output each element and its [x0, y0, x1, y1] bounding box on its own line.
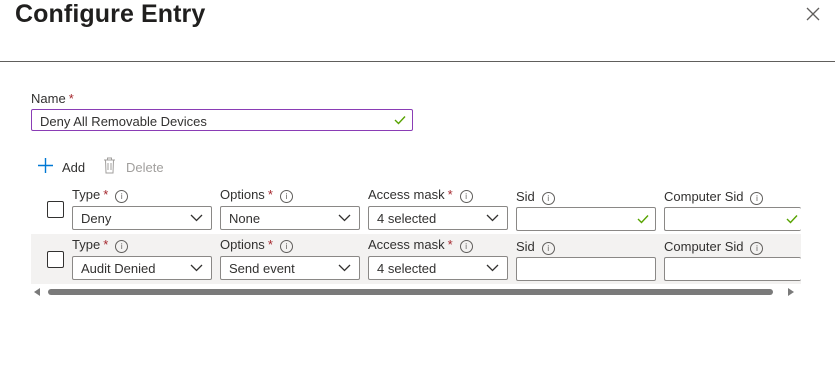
header-divider [0, 61, 835, 62]
computer-sid-input[interactable] [664, 257, 801, 281]
type-dropdown-value: Deny [81, 211, 112, 226]
info-icon[interactable]: i [750, 192, 764, 205]
computer-sid-label-text: Computer Sid [664, 189, 744, 204]
row-checkbox[interactable] [47, 201, 64, 218]
chevron-down-icon [190, 264, 203, 272]
add-label: Add [62, 160, 86, 175]
type-label-text: Type [72, 237, 101, 252]
options-dropdown-value: Send event [229, 261, 295, 276]
scrollbar-thumb[interactable] [48, 289, 773, 295]
delete-label: Delete [126, 160, 164, 175]
options-label-text: Options [220, 237, 265, 252]
info-icon[interactable]: i [279, 240, 293, 253]
sid-input[interactable] [516, 257, 656, 281]
chevron-down-icon [190, 214, 203, 222]
required-mark: * [267, 187, 273, 202]
name-label-text: Name [31, 91, 66, 106]
chevron-down-icon [338, 264, 351, 272]
access-mask-dropdown-value: 4 selected [377, 211, 437, 226]
computer-sid-input[interactable] [664, 207, 801, 231]
type-label-text: Type [72, 187, 101, 202]
add-button[interactable]: Add [38, 157, 90, 177]
type-dropdown[interactable]: Deny [72, 206, 212, 230]
name-input-value[interactable]: Deny All Removable Devices [40, 114, 207, 129]
access-mask-column-label: Access mask * i [368, 187, 473, 203]
sid-input[interactable] [516, 207, 656, 231]
scroll-left-arrow-icon[interactable] [34, 288, 41, 296]
options-column-label: Options * i [220, 187, 293, 203]
required-mark: * [447, 237, 453, 252]
options-label-text: Options [220, 187, 265, 202]
name-input[interactable]: Deny All Removable Devices [31, 109, 413, 131]
access-mask-dropdown-value: 4 selected [377, 261, 437, 276]
type-dropdown[interactable]: Audit Denied [72, 256, 212, 280]
plus-icon [38, 158, 53, 173]
computer-sid-column-label: Computer Sid i [664, 189, 764, 205]
info-icon[interactable]: i [541, 242, 555, 255]
options-dropdown-value: None [229, 211, 261, 226]
horizontal-scrollbar[interactable] [31, 286, 801, 298]
valid-check-icon [394, 116, 406, 125]
sid-label-text: Sid [516, 239, 535, 254]
valid-check-icon [637, 215, 649, 224]
computer-sid-label-text: Computer Sid [664, 239, 744, 254]
access-mask-dropdown[interactable]: 4 selected [368, 256, 508, 280]
trash-icon [104, 157, 115, 174]
info-icon[interactable]: i [115, 240, 129, 253]
scroll-right-arrow-icon[interactable] [788, 288, 795, 296]
access-mask-dropdown[interactable]: 4 selected [368, 206, 508, 230]
options-dropdown[interactable]: Send event [220, 256, 360, 280]
options-dropdown[interactable]: None [220, 206, 360, 230]
info-icon[interactable]: i [750, 242, 764, 255]
access-mask-label-text: Access mask [368, 237, 445, 252]
info-icon[interactable]: i [459, 240, 473, 253]
chevron-down-icon [486, 214, 499, 222]
sid-column-label: Sid i [516, 239, 555, 255]
close-icon[interactable] [805, 6, 821, 22]
type-column-label: Type * i [72, 187, 129, 203]
panel-title: Configure Entry [15, 0, 206, 28]
type-dropdown-value: Audit Denied [81, 261, 156, 276]
required-mark: * [267, 237, 273, 252]
computer-sid-column-label: Computer Sid i [664, 239, 764, 255]
sid-label-text: Sid [516, 189, 535, 204]
required-mark: * [103, 187, 109, 202]
info-icon[interactable]: i [459, 190, 473, 203]
required-mark: * [68, 91, 74, 106]
chevron-down-icon [338, 214, 351, 222]
access-mask-column-label: Access mask * i [368, 237, 473, 253]
sid-column-label: Sid i [516, 189, 555, 205]
info-icon[interactable]: i [115, 190, 129, 203]
name-label: Name * [31, 91, 74, 106]
type-column-label: Type * i [72, 237, 129, 253]
info-icon[interactable]: i [279, 190, 293, 203]
valid-check-icon [786, 215, 798, 224]
row-checkbox[interactable] [47, 251, 64, 268]
required-mark: * [103, 237, 109, 252]
chevron-down-icon [486, 264, 499, 272]
access-mask-label-text: Access mask [368, 187, 445, 202]
options-column-label: Options * i [220, 237, 293, 253]
info-icon[interactable]: i [541, 192, 555, 205]
delete-button[interactable]: Delete [103, 157, 167, 177]
required-mark: * [447, 187, 453, 202]
